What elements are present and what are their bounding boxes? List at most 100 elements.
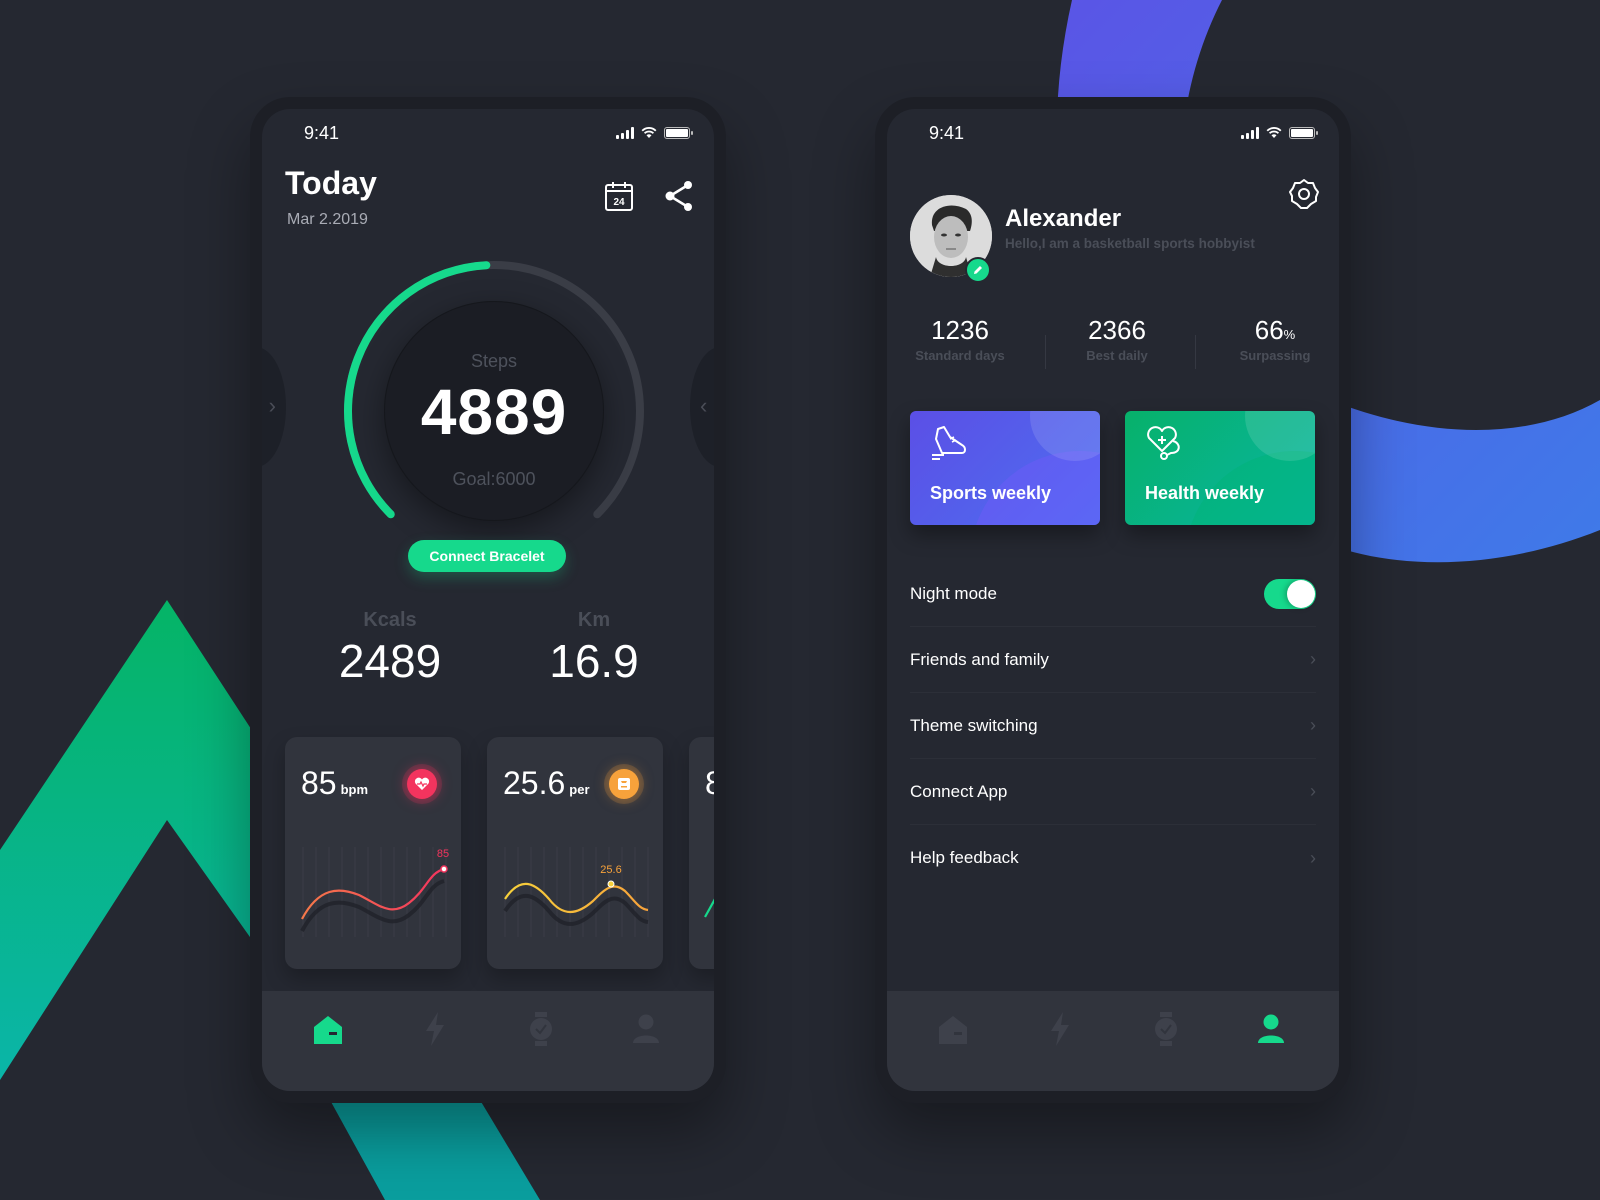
heart-stethoscope-icon xyxy=(1147,426,1180,460)
edit-avatar-button[interactable] xyxy=(965,257,991,283)
kcals-value: 2489 xyxy=(338,635,442,687)
phone-today-screen: 9:41 Today Mar 2.2019 24 › ‹ Steps 4889 … xyxy=(250,97,726,1103)
heart-rate-line xyxy=(301,867,445,920)
tab-watch[interactable] xyxy=(521,1009,561,1049)
kcals-label: Kcals xyxy=(363,609,417,631)
heart-rate-unit: bpm xyxy=(340,782,369,797)
profile-name: Alexander xyxy=(1005,205,1122,232)
profile-screen: 9:41 Alexander Hello,I am a basketball s… xyxy=(887,109,1339,1091)
tab-profile[interactable] xyxy=(1251,1009,1291,1049)
previous-day-button[interactable]: › xyxy=(262,347,286,467)
profile-icon xyxy=(633,1014,659,1043)
stat-value: 1236 xyxy=(931,315,989,345)
settings-item-label: Night mode xyxy=(910,583,997,603)
steps-gauge: Steps 4889 Goal:6000 xyxy=(334,251,654,571)
body-fat-value: 25.6 xyxy=(503,765,566,801)
stat-label: Best daily xyxy=(1086,348,1148,363)
tab-profile[interactable] xyxy=(626,1009,666,1049)
next-day-button[interactable]: ‹ xyxy=(690,347,714,467)
km-label: Km xyxy=(577,609,611,631)
connect-bracelet-button[interactable]: Connect Bracelet xyxy=(408,540,566,572)
status-bar: 9:41 xyxy=(887,123,1339,147)
partial-card-line xyxy=(704,898,714,918)
status-time: 9:41 xyxy=(929,123,965,143)
body-fat-line xyxy=(504,882,649,914)
status-bar: 9:41 xyxy=(262,123,714,147)
profile-bio: Hello,I am a basketball sports hobbyist xyxy=(1005,236,1255,251)
steps-label: Steps xyxy=(470,351,518,371)
stat-best-daily: 2366 Best daily xyxy=(1052,315,1182,363)
wifi-icon xyxy=(641,127,657,138)
night-mode-toggle[interactable] xyxy=(1264,578,1316,609)
home-icon xyxy=(314,1016,342,1044)
tab-home[interactable] xyxy=(933,1009,973,1049)
profile-icon xyxy=(1258,1014,1284,1043)
share-icon xyxy=(665,181,692,211)
signal-icon xyxy=(1241,127,1259,139)
share-button[interactable] xyxy=(662,179,696,213)
chevron-right-icon: › xyxy=(268,393,276,418)
lightning-icon xyxy=(426,1012,444,1046)
heart-rate-peak-point xyxy=(440,865,448,873)
settings-item-help-feedback[interactable]: Help feedback › xyxy=(910,825,1316,891)
scale-icon xyxy=(609,769,639,799)
tab-bar xyxy=(887,991,1339,1091)
heart-rate-grid xyxy=(302,847,447,937)
body-fat-unit: per xyxy=(569,782,590,797)
tab-bar xyxy=(262,991,714,1091)
today-screen: 9:41 Today Mar 2.2019 24 › ‹ Steps 4889 … xyxy=(262,109,714,1091)
settings-item-night-mode[interactable]: Night mode xyxy=(910,561,1316,627)
heart-rate-card[interactable]: 85 bpm 85 xyxy=(285,737,461,969)
heart-rate-icon xyxy=(407,769,437,799)
settings-item-label: Theme switching xyxy=(910,715,1038,735)
steps-goal: Goal:6000 xyxy=(452,469,536,489)
chevron-right-icon: › xyxy=(1310,715,1316,735)
partial-card[interactable]: 8 xyxy=(689,737,714,969)
chevron-right-icon: › xyxy=(1310,847,1316,868)
teal-stripe-shape xyxy=(330,1100,540,1200)
settings-item-connect-app[interactable]: Connect App › xyxy=(910,759,1316,825)
date-label: Mar 2.2019 xyxy=(287,211,368,228)
chevron-right-icon: › xyxy=(1310,781,1316,801)
status-time: 9:41 xyxy=(304,123,340,143)
km-value: 16.9 xyxy=(549,635,639,687)
steps-dial: Steps 4889 Goal:6000 xyxy=(384,301,604,521)
partial-card-value: 8 xyxy=(705,765,714,801)
phone-profile-screen: 9:41 Alexander Hello,I am a basketball s… xyxy=(875,97,1351,1103)
background-decoration xyxy=(0,0,1600,1200)
health-cards-carousel[interactable]: 85 bpm 85 25.6 per 25.6 8 xyxy=(285,737,714,971)
tab-home[interactable] xyxy=(308,1009,348,1049)
health-weekly-card[interactable]: Health weekly xyxy=(1125,411,1315,525)
body-fat-peak-point xyxy=(607,880,615,888)
chevron-right-icon: › xyxy=(1310,649,1316,669)
battery-icon xyxy=(1289,127,1318,139)
body-fat-card[interactable]: 25.6 per 25.6 xyxy=(487,737,663,969)
kcals-metric: Kcals 2489 xyxy=(320,609,460,688)
calendar-button[interactable]: 24 xyxy=(602,179,636,213)
sports-weekly-label: Sports weekly xyxy=(930,483,1052,503)
sports-weekly-card[interactable]: Sports weekly xyxy=(910,411,1100,525)
body-fat-peak-label: 25.6 xyxy=(600,864,621,876)
battery-icon xyxy=(664,127,693,139)
watch-icon xyxy=(530,1012,552,1046)
settings-item-friends-and-family[interactable]: Friends and family › xyxy=(910,627,1316,693)
watch-icon xyxy=(1155,1012,1177,1046)
settings-item-theme-switching[interactable]: Theme switching › xyxy=(910,693,1316,759)
stat-suffix: % xyxy=(1283,327,1296,342)
stat-value: 2366 xyxy=(1088,315,1146,345)
calendar-icon: 24 xyxy=(605,182,633,211)
stat-standard-days: 1236 Standard days xyxy=(895,315,1025,363)
health-weekly-label: Health weekly xyxy=(1145,483,1265,503)
tab-activity[interactable] xyxy=(415,1009,455,1049)
profile-stats: 1236 Standard days 2366 Best daily 66% S… xyxy=(887,315,1339,375)
settings-item-label: Friends and family xyxy=(910,649,1049,669)
tab-watch[interactable] xyxy=(1146,1009,1186,1049)
page-title: Today xyxy=(285,165,377,201)
tab-activity[interactable] xyxy=(1040,1009,1080,1049)
signal-icon xyxy=(616,127,634,139)
pencil-icon xyxy=(974,266,982,274)
stat-label: Surpassing xyxy=(1239,348,1311,363)
calendar-day: 24 xyxy=(613,197,625,208)
stat-value: 66 xyxy=(1254,315,1284,345)
settings-button[interactable] xyxy=(1287,177,1321,211)
